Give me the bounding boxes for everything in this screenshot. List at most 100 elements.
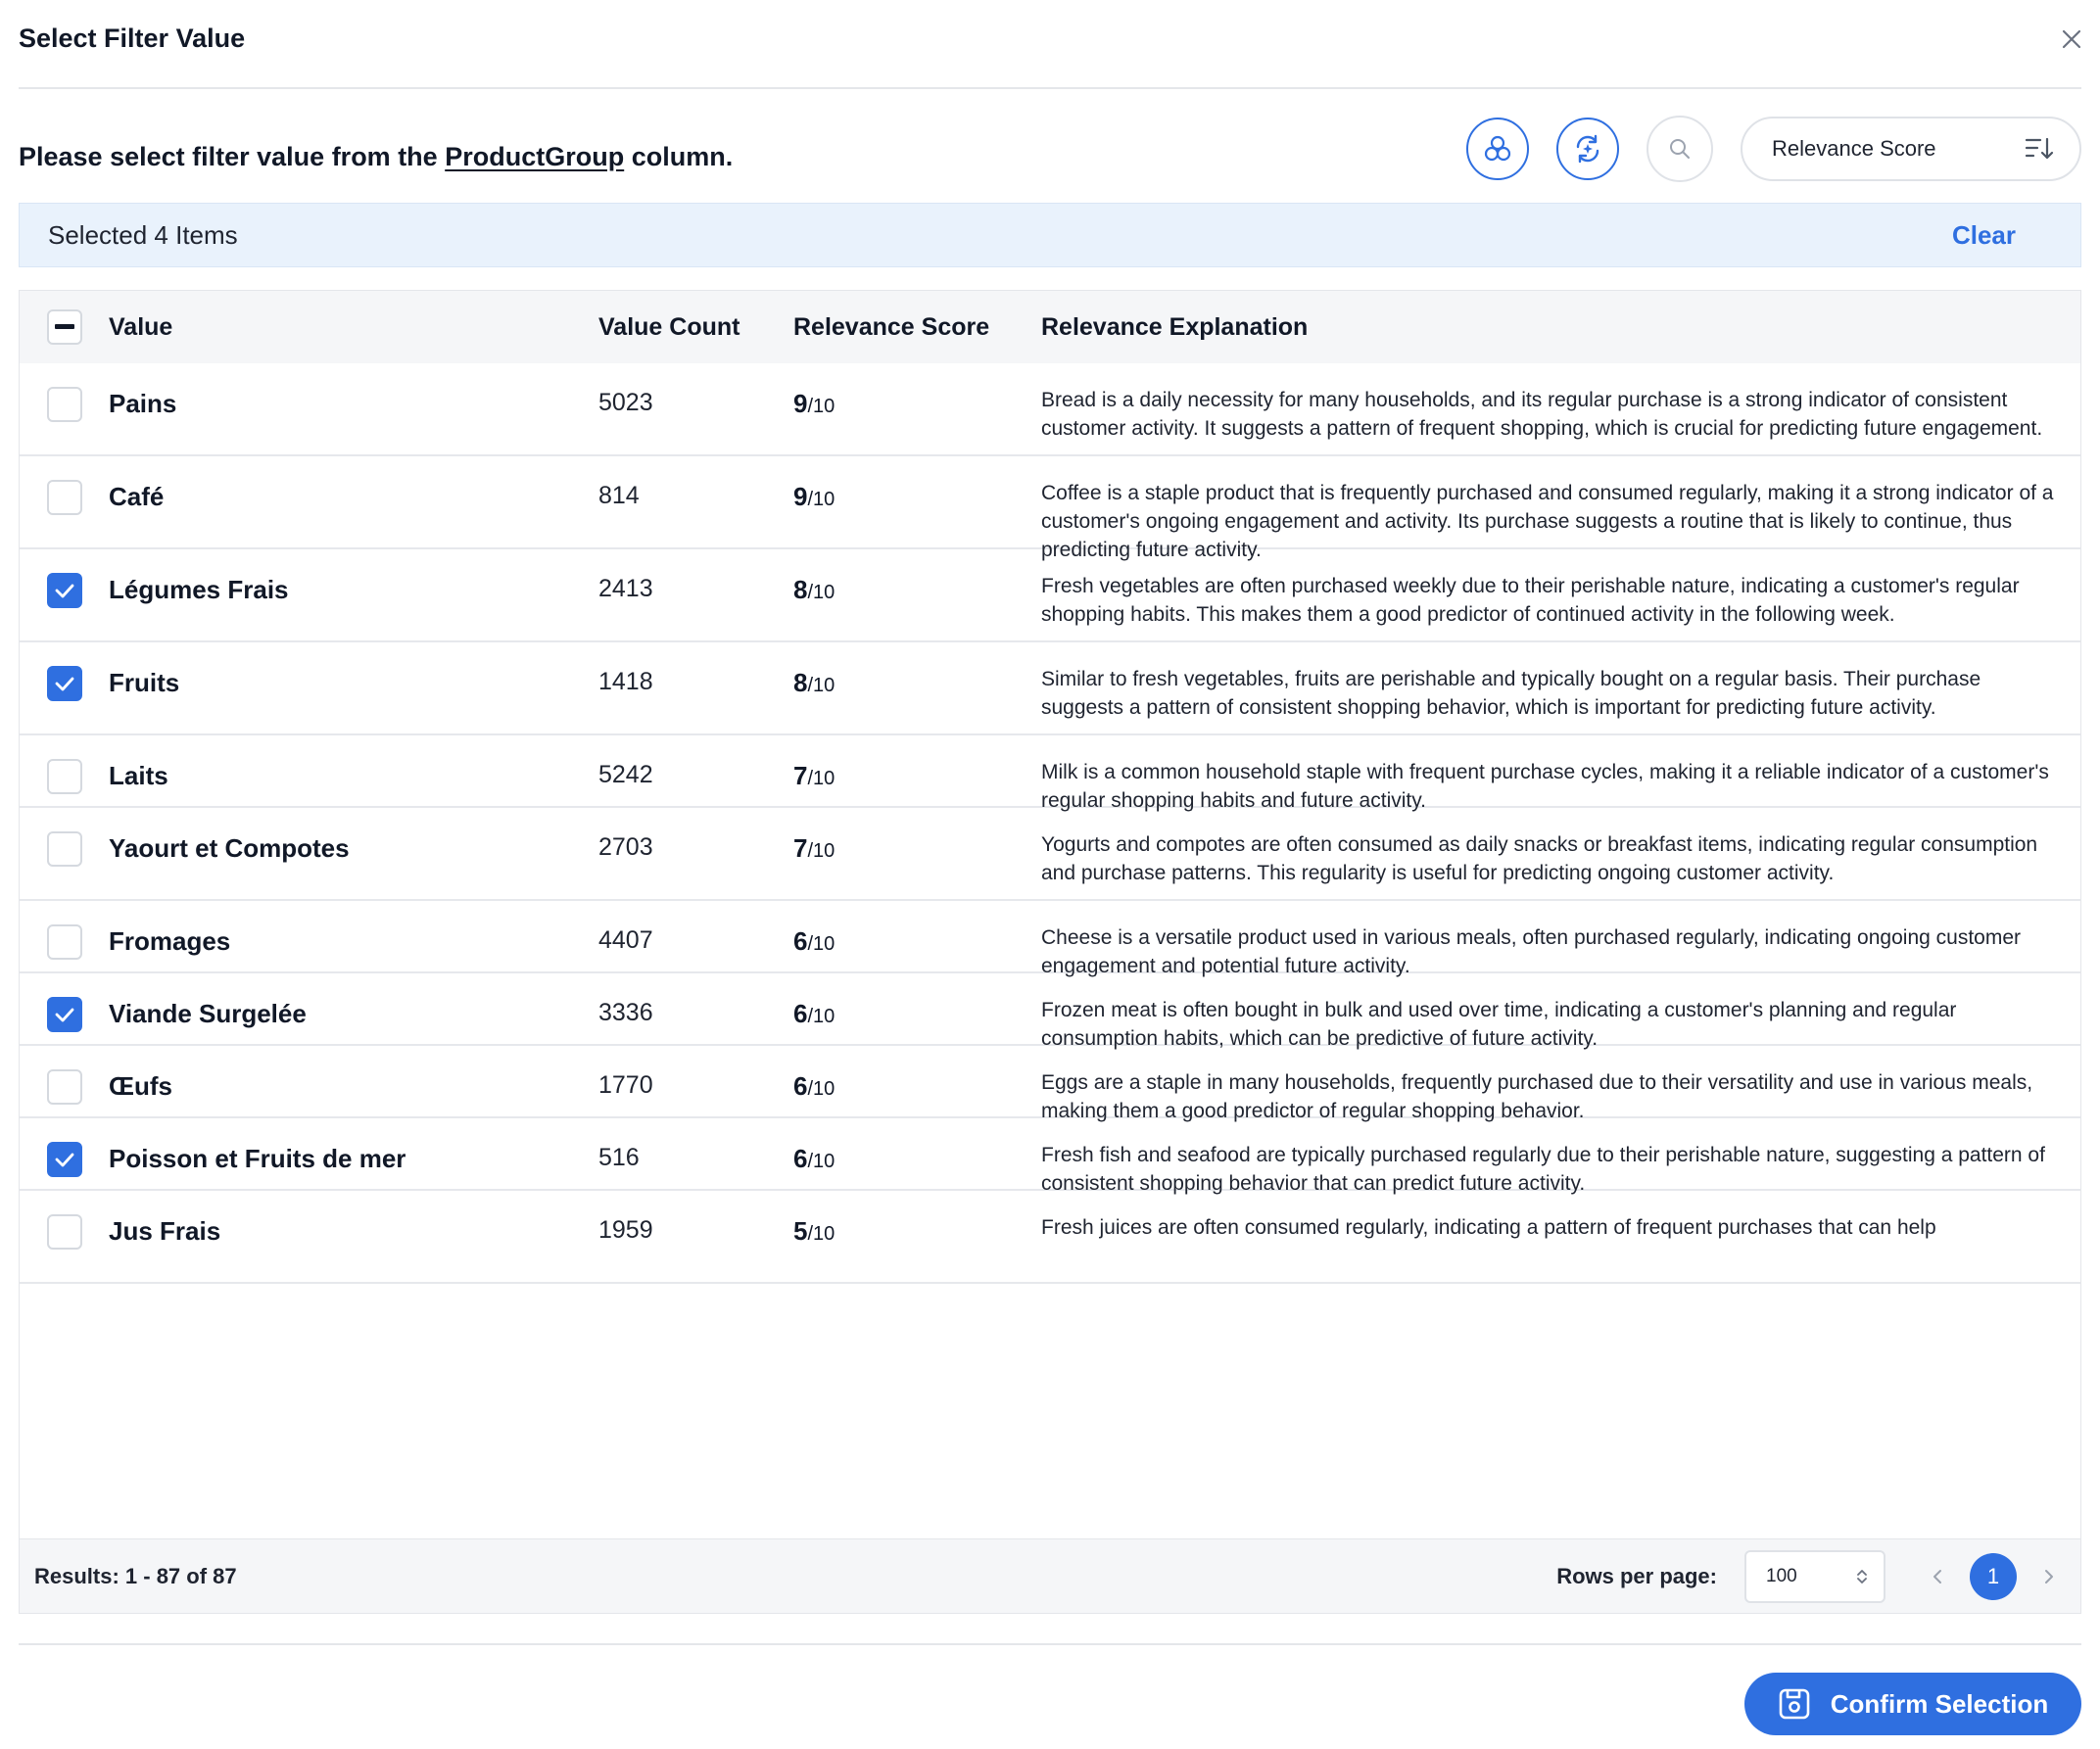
instruction-text: Please select filter value from the Prod… bbox=[19, 142, 733, 172]
row-checkbox-cell bbox=[20, 642, 109, 733]
score-denominator: /10 bbox=[807, 933, 835, 955]
selected-count: Selected 4 Items bbox=[48, 219, 238, 250]
row-count: 1959 bbox=[598, 1216, 653, 1244]
score-number: 5 bbox=[793, 1216, 808, 1246]
score-denominator: /10 bbox=[807, 1151, 835, 1172]
score-number: 8 bbox=[793, 575, 808, 604]
score-denominator: /10 bbox=[807, 396, 835, 417]
refresh-sparkle-icon bbox=[1576, 134, 1599, 164]
table-row[interactable]: Œufs 1770 6/10 Eggs are a staple in many ho… bbox=[20, 1046, 2080, 1122]
row-checkbox[interactable] bbox=[46, 573, 82, 608]
score-number: 7 bbox=[793, 761, 808, 790]
footer-divider bbox=[19, 1643, 2081, 1645]
row-explanation: Milk is a common household staple with f… bbox=[1041, 761, 2049, 812]
table-row[interactable]: Laits 5242 7/10 Milk is a common household … bbox=[20, 735, 2080, 812]
row-checkbox[interactable] bbox=[46, 1214, 82, 1250]
score-number: 7 bbox=[793, 833, 808, 863]
row-checkbox[interactable] bbox=[46, 666, 82, 701]
column-header-score[interactable]: Relevance Score bbox=[793, 313, 1041, 342]
table-row[interactable]: Fruits 1418 8/10 Similar to fresh vegetable… bbox=[20, 642, 2080, 735]
table-row[interactable]: Légumes Frais 2413 8/10 Fresh vegetables ar… bbox=[20, 549, 2080, 642]
row-checkbox[interactable] bbox=[46, 759, 82, 794]
score-number: 9 bbox=[793, 389, 808, 418]
row-checkbox[interactable] bbox=[46, 1142, 82, 1177]
checkmark-icon bbox=[55, 1153, 73, 1167]
close-button[interactable] bbox=[2052, 20, 2091, 59]
cluster-button[interactable] bbox=[1466, 118, 1529, 180]
score-number: 6 bbox=[793, 999, 808, 1028]
table-row[interactable]: Yaourt et Compotes 2703 7/10 Yogurts and co… bbox=[20, 808, 2080, 901]
page-button-current[interactable]: 1 bbox=[1970, 1552, 2017, 1600]
search-icon bbox=[1670, 139, 1690, 159]
row-explanation: Coffee is a staple product that is frequ… bbox=[1041, 482, 2054, 561]
row-checkbox[interactable] bbox=[46, 387, 82, 422]
prompt-row: Please select filter value from the Prod… bbox=[19, 89, 2081, 203]
row-checkbox-cell bbox=[20, 901, 109, 971]
row-count: 5242 bbox=[598, 761, 653, 788]
table-row[interactable]: Pains 5023 9/10 Bread is a daily necessity … bbox=[20, 363, 2080, 456]
row-explanation: Frozen meat is often bought in bulk and … bbox=[1041, 999, 1957, 1050]
row-value: Fruits bbox=[109, 668, 180, 697]
row-value: Œufs bbox=[109, 1071, 172, 1101]
row-checkbox[interactable] bbox=[46, 831, 82, 867]
table-body[interactable]: Pains 5023 9/10 Bread is a daily necessity … bbox=[20, 363, 2080, 1538]
row-checkbox[interactable] bbox=[46, 480, 82, 515]
select-all-checkbox[interactable] bbox=[46, 309, 82, 345]
score-number: 9 bbox=[793, 482, 808, 511]
sort-icon bbox=[2025, 137, 2054, 160]
row-value: Viande Surgelée bbox=[109, 999, 307, 1028]
row-score: 8/10 bbox=[793, 549, 1041, 640]
row-checkbox-cell bbox=[20, 456, 109, 547]
pagination: Rows per page: 100 1 bbox=[1556, 1549, 2066, 1603]
save-icon bbox=[1779, 1688, 1810, 1720]
checkmark-icon bbox=[55, 584, 73, 598]
table-row[interactable]: Café 814 9/10 Coffee is a staple product th… bbox=[20, 456, 2080, 561]
selection-banner: Selected 4 Items Clear bbox=[19, 203, 2081, 267]
clear-selection-link[interactable]: Clear bbox=[1952, 220, 2016, 251]
row-explanation: Fresh fish and seafood are typically pur… bbox=[1041, 1144, 2045, 1195]
row-value: Café bbox=[109, 482, 165, 511]
row-count: 814 bbox=[598, 482, 640, 509]
table-row[interactable]: Viande Surgelée 3336 6/10 Frozen meat is of… bbox=[20, 973, 2080, 1050]
updown-chevron-icon bbox=[1857, 1569, 1867, 1584]
rows-per-page-value: 100 bbox=[1766, 1565, 1797, 1586]
score-denominator: /10 bbox=[807, 582, 835, 603]
toolbar: Relevance Score bbox=[1466, 116, 2081, 182]
row-score: 6/10 bbox=[793, 1046, 1041, 1116]
score-denominator: /10 bbox=[807, 489, 835, 510]
row-value: Poisson et Fruits de mer bbox=[109, 1144, 406, 1173]
row-count: 516 bbox=[598, 1144, 640, 1171]
row-checkbox[interactable] bbox=[46, 997, 82, 1032]
row-score: 7/10 bbox=[793, 735, 1041, 806]
row-checkbox-cell bbox=[20, 735, 109, 806]
next-page-button[interactable] bbox=[2032, 1568, 2066, 1585]
row-checkbox[interactable] bbox=[46, 1069, 82, 1105]
column-header-count[interactable]: Value Count bbox=[598, 313, 793, 342]
score-number: 6 bbox=[793, 926, 808, 956]
checkmark-icon bbox=[55, 1008, 73, 1022]
row-checkbox[interactable] bbox=[46, 924, 82, 960]
row-score: 6/10 bbox=[793, 901, 1041, 971]
row-count: 4407 bbox=[598, 926, 653, 954]
row-count: 1418 bbox=[598, 668, 653, 695]
table-row[interactable]: Fromages 4407 6/10 Cheese is a versatile pr… bbox=[20, 901, 2080, 977]
confirm-selection-button[interactable]: Confirm Selection bbox=[1744, 1673, 2081, 1735]
table-row[interactable]: Jus Frais 1959 5/10 Fresh juices are often … bbox=[20, 1191, 2080, 1284]
refresh-suggestions-button[interactable] bbox=[1556, 118, 1619, 180]
row-checkbox-cell bbox=[20, 549, 109, 640]
previous-page-button[interactable] bbox=[1921, 1568, 1954, 1585]
row-score: 5/10 bbox=[793, 1191, 1041, 1282]
score-number: 8 bbox=[793, 668, 808, 697]
row-score: 8/10 bbox=[793, 642, 1041, 733]
close-icon bbox=[2062, 29, 2081, 48]
rows-per-page-select[interactable]: 100 bbox=[1744, 1549, 1885, 1603]
row-value: Laits bbox=[109, 761, 168, 790]
table-row[interactable]: Poisson et Fruits de mer 516 6/10 Fresh fis… bbox=[20, 1118, 2080, 1195]
search-button[interactable] bbox=[1647, 116, 1713, 182]
sort-by-select[interactable]: Relevance Score bbox=[1741, 117, 2081, 181]
row-value: Yaourt et Compotes bbox=[109, 833, 350, 863]
table-header: Value Value Count Relevance Score Releva… bbox=[20, 291, 2080, 363]
column-header-value[interactable]: Value bbox=[109, 313, 598, 342]
column-header-explanation[interactable]: Relevance Explanation bbox=[1041, 313, 2080, 342]
score-denominator: /10 bbox=[807, 840, 835, 862]
